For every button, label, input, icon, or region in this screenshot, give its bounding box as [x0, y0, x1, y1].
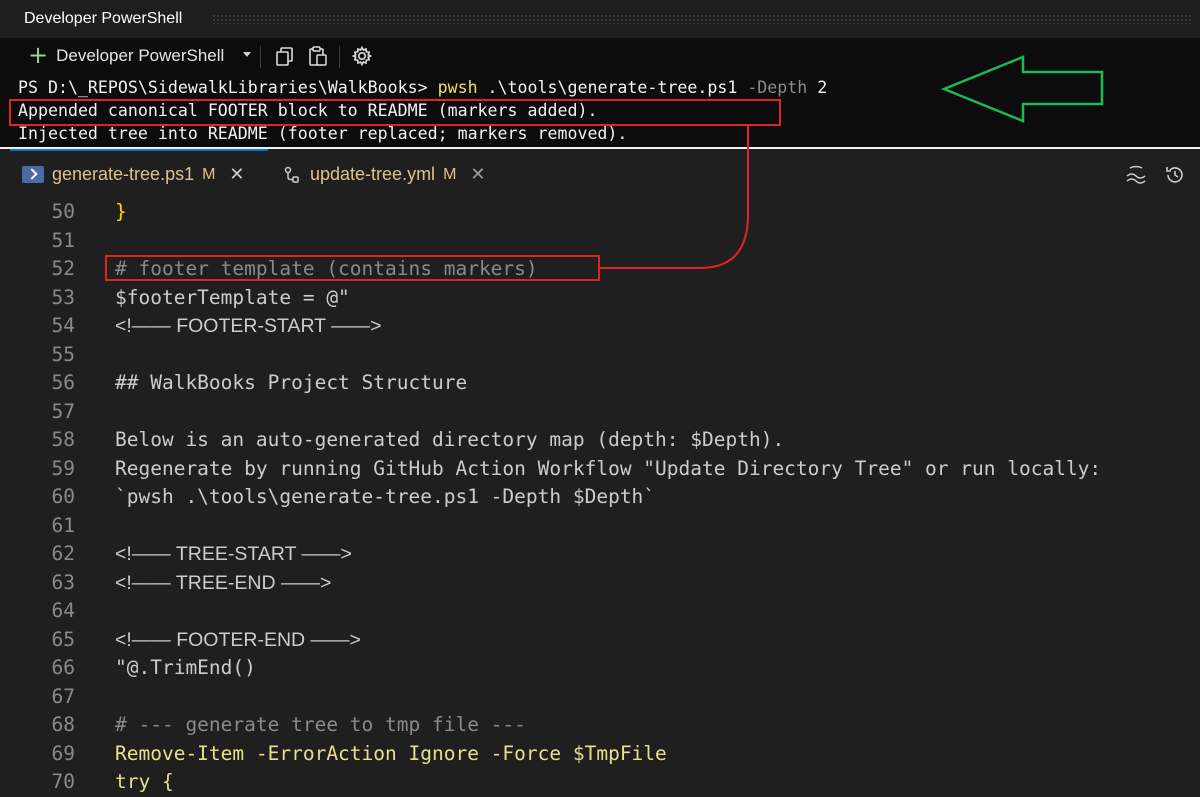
tab-label: generate-tree.ps1	[52, 164, 195, 184]
code-line: 67	[0, 683, 1200, 712]
terminal-title: Developer PowerShell	[24, 10, 183, 27]
tab-label: update-tree.yml	[310, 164, 436, 184]
active-tab-indicator	[10, 149, 268, 151]
line-number: 68	[51, 713, 75, 736]
terminal-toolbar: + Developer PowerShell	[0, 38, 1200, 74]
line-number: 52	[51, 257, 75, 280]
close-icon[interactable]: ✕	[229, 164, 244, 185]
line-number: 55	[51, 342, 75, 366]
code-line: 51	[0, 227, 1200, 256]
line-number: 65	[51, 627, 75, 651]
copy-button[interactable]	[272, 44, 298, 68]
code-line: 69 Remove-Item -ErrorAction Ignore -Forc…	[0, 740, 1200, 769]
line-number: 69	[51, 741, 75, 765]
code-line: 66 "@.TrimEnd()	[0, 654, 1200, 683]
code-text: <!—— FOOTER-END ——>	[115, 628, 361, 651]
new-terminal-button[interactable]: + Developer PowerShell	[28, 43, 258, 69]
gear-icon	[351, 45, 373, 67]
close-icon[interactable]: ✕	[470, 164, 485, 185]
line-number: 57	[51, 399, 75, 423]
toolbar-separator	[260, 46, 261, 68]
line-number: 61	[51, 513, 75, 537]
terminal-prompt: PS D:\_REPOS\SidewalkLibraries\WalkBooks…	[18, 78, 438, 97]
code-line: 68 # --- generate tree to tmp file ---	[0, 711, 1200, 740]
code-text: <!—— TREE-END ——>	[115, 571, 332, 594]
highlight-box-footer-comment	[105, 255, 600, 281]
code-text: <!—— FOOTER-START ——>	[115, 315, 382, 337]
code-line: 60 `pwsh .\tools\generate-tree.ps1 -Dept…	[0, 483, 1200, 512]
toolbar-separator	[339, 46, 340, 68]
editor-tab-bar: generate-tree.ps1 M ✕ update-tree.yml M …	[0, 149, 1200, 201]
code-line: 53 $footerTemplate = @"	[0, 284, 1200, 313]
paste-button[interactable]	[305, 44, 331, 68]
code-line: 70 try {	[0, 768, 1200, 797]
code-text: try {	[115, 770, 174, 793]
terminal-command: pwsh	[437, 78, 478, 97]
code-line: 65 <!—— FOOTER-END ——>	[0, 626, 1200, 655]
titlebar-drag-grip[interactable]	[212, 14, 1192, 24]
code-line: 61	[0, 512, 1200, 541]
workflow-icon	[284, 166, 299, 183]
terminal-output-line: Injected tree into README (footer replac…	[18, 124, 628, 143]
code-text: "@.TrimEnd()	[115, 656, 256, 679]
terminal-titlebar[interactable]: Developer PowerShell	[0, 0, 1200, 38]
copy-icon	[276, 47, 293, 66]
code-line: 54 <!—— FOOTER-START ——>	[0, 312, 1200, 341]
code-text: $footerTemplate = @"	[115, 285, 350, 309]
line-number: 51	[51, 228, 75, 252]
code-text: Regenerate by running GitHub Action Work…	[115, 456, 1102, 480]
modified-badge: M	[202, 165, 216, 183]
plus-icon: +	[28, 41, 49, 69]
terminal-command-line[interactable]: PS D:\_REPOS\SidewalkLibraries\WalkBooks…	[18, 77, 827, 99]
code-editor[interactable]: 50 } 51 52 # footer template (contains m…	[0, 200, 1200, 797]
tab-generate-tree[interactable]: generate-tree.ps1 M ✕	[10, 149, 268, 200]
code-line: 57	[0, 398, 1200, 427]
line-number: 62	[51, 542, 75, 565]
terminal-command-param: -Depth	[747, 78, 808, 97]
code-line: 55	[0, 341, 1200, 370]
code-text: `pwsh .\tools\generate-tree.ps1 -Depth $…	[115, 485, 656, 508]
timeline-button[interactable]	[1164, 164, 1186, 191]
modified-badge: M	[443, 165, 457, 183]
paste-icon	[309, 46, 327, 66]
code-text: # --- generate tree to tmp file ---	[115, 713, 526, 736]
code-line: 56 ## WalkBooks Project Structure	[0, 369, 1200, 398]
line-number: 53	[51, 285, 75, 309]
powershell-file-icon	[22, 166, 44, 183]
new-terminal-label: Developer PowerShell	[56, 46, 225, 65]
code-line: 64	[0, 597, 1200, 626]
code-line: 62 <!—— TREE-START ——>	[0, 540, 1200, 569]
code-text: }	[115, 200, 127, 223]
history-icon	[1166, 167, 1183, 183]
code-line: 50 }	[0, 200, 1200, 227]
terminal-command-value: 2	[807, 78, 828, 97]
wrench-icon	[1126, 165, 1146, 184]
code-text: <!—— TREE-START ——>	[115, 543, 352, 565]
tab-update-tree[interactable]: update-tree.yml M ✕	[268, 149, 508, 200]
code-text: ## WalkBooks Project Structure	[115, 371, 468, 394]
chevron-down-icon[interactable]	[243, 52, 251, 57]
highlight-box-terminal-output	[9, 99, 781, 126]
code-line: 58 Below is an auto-generated directory …	[0, 426, 1200, 455]
line-number: 64	[51, 599, 75, 622]
code-line: 59 Regenerate by running GitHub Action W…	[0, 455, 1200, 484]
copilot-action-button[interactable]	[1124, 164, 1148, 191]
code-text: Remove-Item -ErrorAction Ignore -Force $…	[115, 741, 667, 765]
line-number: 70	[51, 770, 75, 793]
line-number: 50	[51, 200, 75, 223]
line-number: 58	[51, 428, 75, 451]
line-number: 63	[51, 570, 75, 594]
terminal-command-arg: .\tools\generate-tree.ps1	[477, 78, 748, 97]
line-number: 56	[51, 371, 75, 394]
line-number: 60	[51, 485, 75, 508]
code-line: 63 <!—— TREE-END ——>	[0, 569, 1200, 598]
line-number: 54	[51, 314, 75, 337]
settings-button[interactable]	[349, 44, 375, 68]
code-text: Below is an auto-generated directory map…	[115, 428, 785, 451]
line-number: 66	[51, 656, 75, 679]
line-number: 67	[51, 684, 75, 708]
line-number: 59	[51, 456, 75, 480]
